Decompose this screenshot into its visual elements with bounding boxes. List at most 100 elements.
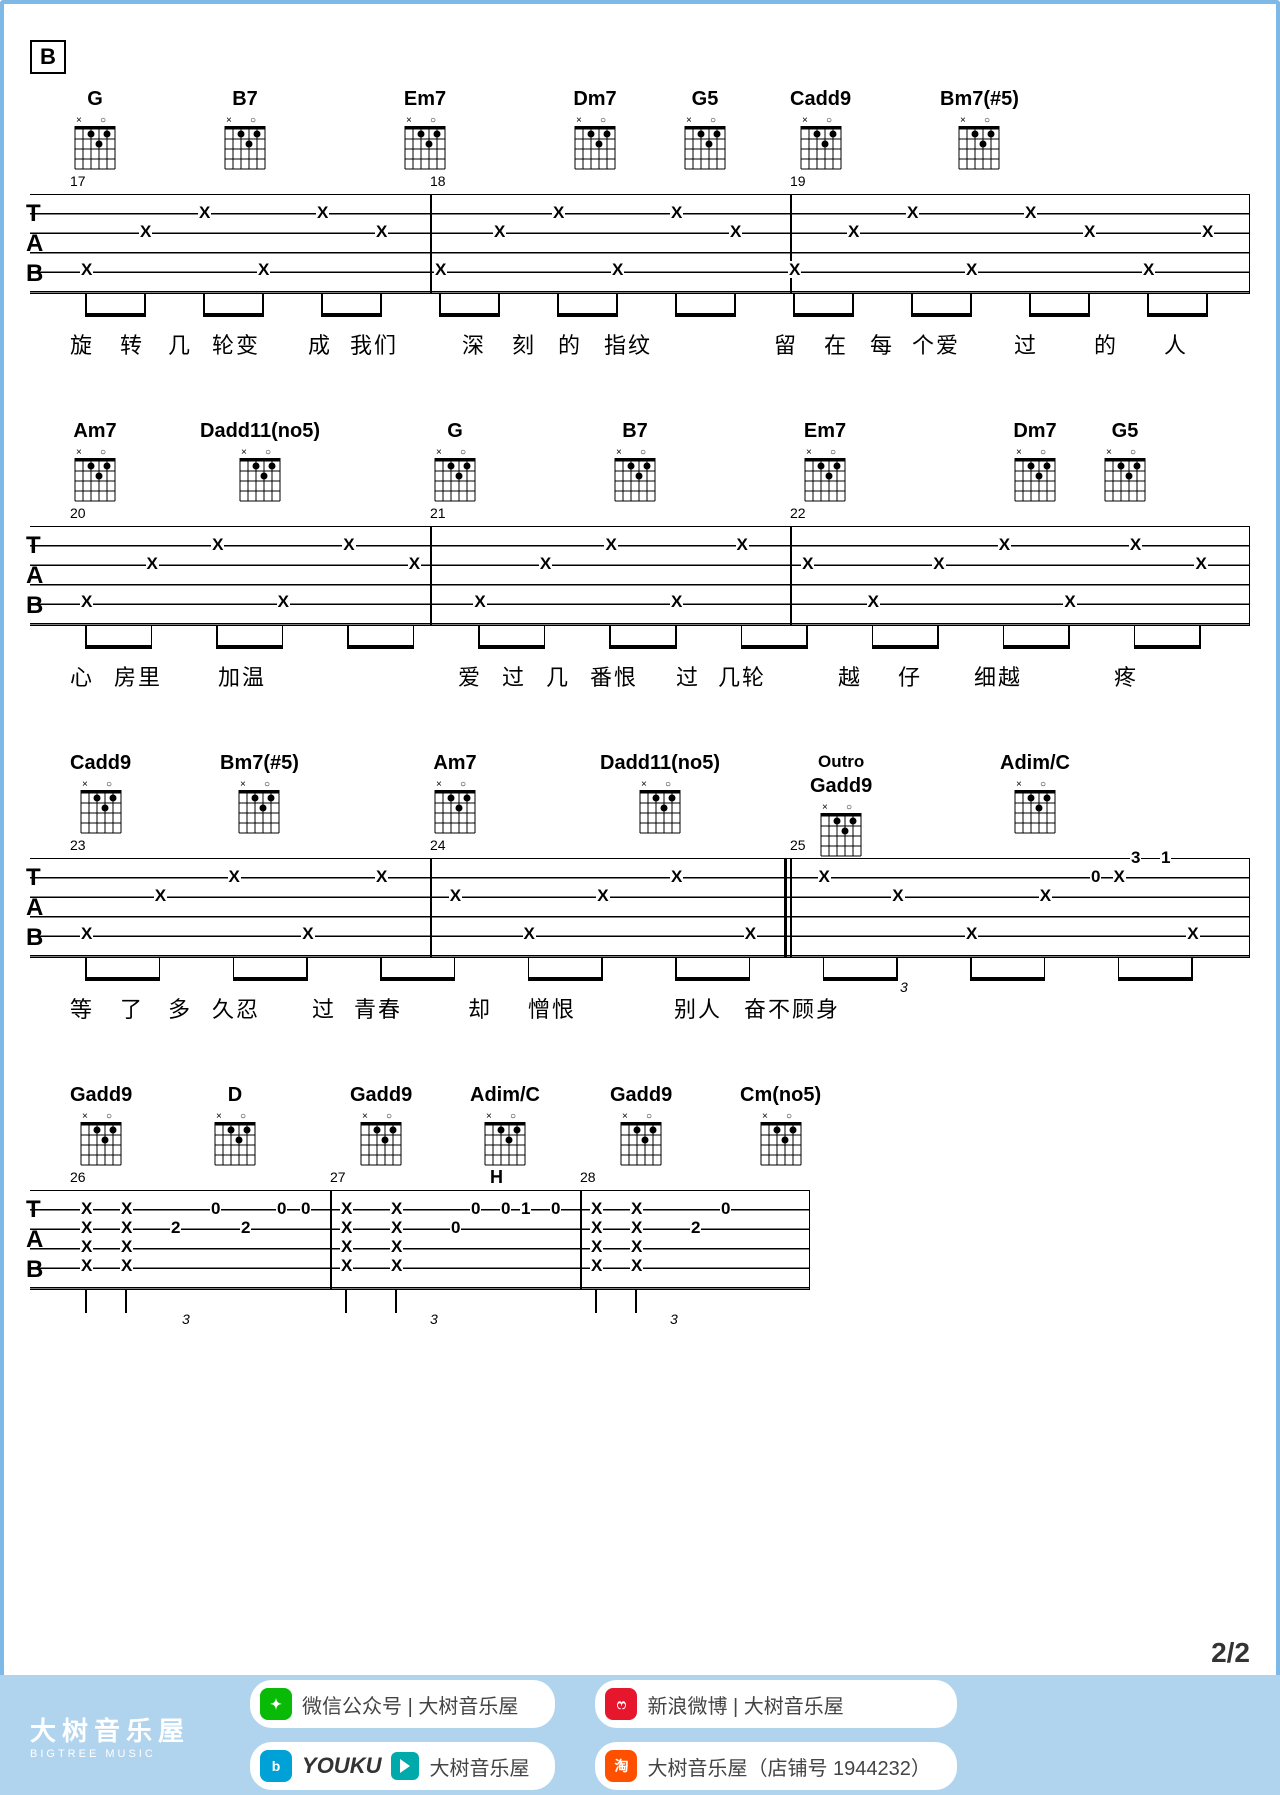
chord-Dadd11(no5): Dadd11(no5)×○ [200, 420, 320, 502]
svg-text:×: × [76, 115, 82, 126]
svg-text:○: ○ [264, 779, 270, 790]
chord-Gadd9: Gadd9×○ [610, 1084, 672, 1166]
lyric-syllable: 旋 [70, 328, 120, 360]
lyric-syllable: 的 [1094, 328, 1164, 360]
lyric-syllable: 过 [1014, 328, 1094, 360]
svg-text:○: ○ [710, 115, 716, 126]
svg-text:○: ○ [106, 1111, 112, 1122]
lyric-syllable: 指纹 [604, 328, 774, 360]
lyric-syllable: 个爱 [912, 328, 1014, 360]
tab-line-4: Gadd9×○D×○Gadd9×○Adim/C×○Gadd9×○Cm(no5)×… [30, 1084, 810, 1290]
lyric-syllable: 过 [502, 660, 546, 692]
lyric-syllable: 久忍 [212, 992, 312, 1024]
svg-text:○: ○ [1040, 779, 1046, 790]
svg-text:○: ○ [460, 447, 466, 458]
lyric-syllable: 越 [838, 660, 898, 692]
lyric-syllable: 疼 [1114, 660, 1154, 692]
taobao-icon: 淘 [605, 1750, 637, 1782]
svg-text:×: × [76, 447, 82, 458]
svg-text:○: ○ [600, 115, 606, 126]
svg-text:○: ○ [430, 115, 436, 126]
chord-Dadd11(no5): Dadd11(no5)×○ [600, 752, 720, 834]
sheet-music-page: B G×○B7×○Em7×○Dm7×○G5×○Cadd9×○Bm7(#5)×○ … [12, 12, 1268, 1655]
svg-text:×: × [616, 447, 622, 458]
lyric-syllable: 转 [120, 328, 168, 360]
lyric-syllable: 的 [558, 328, 604, 360]
chord-Em7: Em7×○ [800, 420, 850, 502]
svg-text:○: ○ [510, 1111, 516, 1122]
brand-logo: 大树音乐屋 BIGTREE MUSIC [30, 1711, 190, 1760]
lyric-syllable: 轮变 [212, 328, 308, 360]
tab-line-2: Am7×○Dadd11(no5)×○G×○B7×○Em7×○Dm7×○G5×○ … [30, 420, 1250, 692]
chord-G: G×○ [70, 88, 120, 170]
bilibili-icon: b [260, 1750, 292, 1782]
chord-Am7: Am7×○ [430, 752, 480, 834]
wechat-pill: ✦ 微信公众号 | 大树音乐屋 [250, 1680, 555, 1728]
lyric-syllable: 细越 [974, 660, 1114, 692]
svg-text:○: ○ [1130, 447, 1136, 458]
weibo-pill: ෆ 新浪微博 | 大树音乐屋 [595, 1680, 956, 1728]
chord-Dm7: Dm7×○ [1010, 420, 1060, 502]
lyric-syllable: 人 [1164, 328, 1204, 360]
svg-text:○: ○ [826, 115, 832, 126]
lyric-syllable: 多 [168, 992, 212, 1024]
lyric-syllable: 憎恨 [528, 992, 674, 1024]
tab-line-1: G×○B7×○Em7×○Dm7×○G5×○Cadd9×○Bm7(#5)×○ TA… [30, 88, 1250, 360]
svg-text:○: ○ [665, 779, 671, 790]
taobao-pill: 淘 大树音乐屋（店铺号 1944232） [595, 1742, 956, 1790]
chord-B7: B7×○ [610, 420, 660, 502]
video-pill: b YOUKU 大树音乐屋 [250, 1742, 555, 1790]
svg-text:○: ○ [386, 1111, 392, 1122]
wechat-icon: ✦ [260, 1688, 292, 1720]
lyric-syllable: 我们 [350, 328, 462, 360]
chord-G: G×○ [430, 420, 480, 502]
svg-text:○: ○ [460, 779, 466, 790]
chord-Dm7: Dm7×○ [570, 88, 620, 170]
chord-D: D×○ [210, 1084, 260, 1166]
lyric-syllable: 加温 [218, 660, 458, 692]
svg-text:×: × [436, 447, 442, 458]
lyric-syllable: 几 [546, 660, 590, 692]
svg-text:×: × [240, 779, 246, 790]
play-icon [391, 1752, 419, 1780]
lyric-syllable: 别人 [674, 992, 744, 1024]
svg-text:×: × [806, 447, 812, 458]
chord-Gadd9: Gadd9×○ [350, 1084, 412, 1166]
lyric-syllable: 过 [312, 992, 354, 1024]
svg-text:×: × [406, 115, 412, 126]
lyric-syllable: 留 [774, 328, 824, 360]
svg-text:○: ○ [265, 447, 271, 458]
svg-text:○: ○ [846, 802, 852, 813]
lyric-syllable: 每 [870, 328, 912, 360]
chord-Cadd9: Cadd9×○ [70, 752, 131, 834]
chord-Adim/C: Adim/C×○ [1000, 752, 1070, 834]
weibo-icon: ෆ [605, 1688, 637, 1720]
lyric-syllable: 了 [120, 992, 168, 1024]
lyric-syllable: 几 [168, 328, 212, 360]
chord-Adim/C: Adim/C×○ [470, 1084, 540, 1166]
svg-text:○: ○ [830, 447, 836, 458]
section-marker: B [30, 40, 66, 74]
svg-text:×: × [82, 779, 88, 790]
svg-text:○: ○ [1040, 447, 1046, 458]
chord-Gadd9: OutroGadd9×○ [810, 752, 872, 857]
chord-Gadd9: Gadd9×○ [70, 1084, 132, 1166]
chord-Cadd9: Cadd9×○ [790, 88, 851, 170]
svg-text:×: × [822, 802, 828, 813]
svg-text:×: × [226, 115, 232, 126]
lyric-syllable: 番恨 [590, 660, 676, 692]
chord-Bm7(#5): Bm7(#5)×○ [220, 752, 299, 834]
svg-text:○: ○ [240, 1111, 246, 1122]
svg-text:○: ○ [100, 447, 106, 458]
svg-text:○: ○ [106, 779, 112, 790]
lyric-syllable: 仔 [898, 660, 974, 692]
chord-B7: B7×○ [220, 88, 270, 170]
chord-G5: G5×○ [680, 88, 730, 170]
svg-text:×: × [82, 1111, 88, 1122]
svg-text:○: ○ [640, 447, 646, 458]
svg-text:×: × [686, 115, 692, 126]
lyric-syllable: 爱 [458, 660, 502, 692]
svg-text:○: ○ [646, 1111, 652, 1122]
svg-text:×: × [641, 779, 647, 790]
svg-text:×: × [802, 115, 808, 126]
